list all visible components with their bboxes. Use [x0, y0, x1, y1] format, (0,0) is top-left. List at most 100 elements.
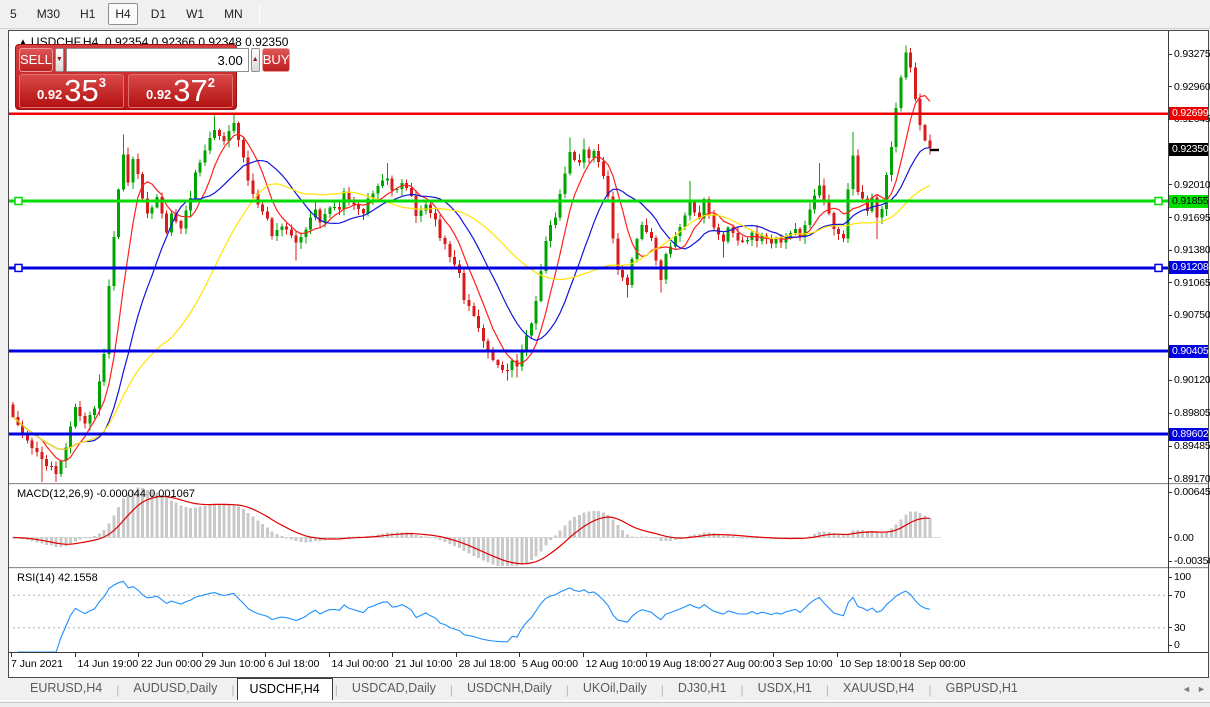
date-label: 10 Sep 18:00: [839, 658, 902, 670]
timeframe-button-D1[interactable]: D1: [144, 3, 173, 25]
tab-AUDUSD-Daily[interactable]: AUDUSD,Daily: [121, 678, 229, 700]
tab-divider: |: [825, 683, 829, 697]
timeframe-button-W1[interactable]: W1: [179, 3, 211, 25]
axis-tick: [1168, 412, 1172, 414]
tab-USDCHF-H4[interactable]: USDCHF,H4: [236, 678, 333, 700]
price-badge-0.90405: 0.90405: [1169, 344, 1209, 358]
date-label: 22 Jun 00:00: [141, 658, 202, 670]
date-tick: [138, 653, 139, 657]
date-tick: [582, 653, 584, 657]
date-label: 28 Jul 18:00: [458, 658, 516, 670]
price-tick-label: 0.90750: [1174, 309, 1210, 322]
axis-tick: [1168, 445, 1172, 447]
sell-price-button[interactable]: 0.92 35 3: [19, 74, 124, 108]
buy-price-button[interactable]: 0.92 37 2: [128, 74, 233, 108]
date-label: 14 Jun 19:00: [77, 658, 139, 670]
tab-USDX-H1[interactable]: USDX,H1: [746, 678, 824, 700]
tab-DJ30-H1[interactable]: DJ30,H1: [666, 678, 739, 700]
hline-handle[interactable]: [14, 196, 23, 206]
date-tick: [773, 653, 774, 657]
price-tick-label: 0.93275: [1174, 48, 1210, 61]
tab-divider: |: [660, 683, 664, 697]
price-chart-canvas[interactable]: [9, 31, 1208, 677]
axis-tick: [1168, 537, 1172, 538]
date-tick: [455, 653, 457, 657]
rsi-tick-label: 100: [1174, 571, 1191, 583]
price-badge-0.89602: 0.89602: [1169, 427, 1209, 441]
axis-tick: [1168, 560, 1172, 562]
price-badge-0.91208: 0.91208: [1169, 261, 1209, 275]
date-tick: [900, 653, 901, 657]
timeframe-button-MN[interactable]: MN: [217, 3, 250, 25]
candlesticks[interactable]: [11, 45, 932, 482]
tab-scroll-prev-icon[interactable]: ◄: [1182, 684, 1191, 694]
date-tick: [646, 653, 647, 657]
tab-UKOil-Daily[interactable]: UKOil,Daily: [571, 678, 659, 700]
axis-tick: [1168, 314, 1172, 316]
timeframe-button-M30[interactable]: M30: [30, 3, 67, 25]
timeframe-toolbar: 5 M30 H1 H4 D1 W1 MN: [0, 0, 1210, 29]
date-tick: [709, 653, 711, 657]
buy-button[interactable]: BUY: [261, 48, 291, 72]
tab-EURUSD-H4[interactable]: EURUSD,H4: [18, 678, 114, 700]
date-tick: [11, 653, 12, 657]
price-badge-0.92699: 0.92699: [1169, 107, 1209, 121]
axis-tick: [1168, 644, 1172, 646]
hline-handle[interactable]: [14, 263, 23, 273]
date-label: 19 Aug 18:00: [649, 658, 711, 670]
tab-USDCNH-Daily[interactable]: USDCNH,Daily: [455, 678, 564, 700]
axis-tick: [1168, 184, 1172, 186]
price-tick-label: 0.92010: [1174, 178, 1210, 191]
axis-tick: [1168, 594, 1172, 596]
date-label: 3 Sep 10:00: [776, 658, 833, 670]
axis-tick: [1168, 86, 1172, 88]
tab-XAUUSD-H4[interactable]: XAUUSD,H4: [831, 678, 927, 700]
tab-GBPUSD-H1[interactable]: GBPUSD,H1: [934, 678, 1030, 700]
price-tick-label: 0.92960: [1174, 80, 1210, 93]
price-badge-0.92350: 0.92350: [1169, 143, 1209, 157]
date-label: 6 Jul 18:00: [268, 658, 320, 670]
date-tick: [201, 653, 203, 657]
date-label: 29 Jun 10:00: [204, 658, 266, 670]
hline-handle[interactable]: [1154, 196, 1163, 206]
toolbar-separator: [258, 4, 260, 24]
timeframe-button-H1[interactable]: H1: [73, 3, 102, 25]
axis-tick: [1168, 53, 1172, 55]
tab-divider: |: [928, 683, 932, 697]
price-axis-separator: [1168, 31, 1169, 652]
tab-divider: |: [116, 683, 120, 697]
macd-tick-label: 0.00: [1174, 531, 1194, 544]
sell-button[interactable]: SELL: [19, 48, 53, 72]
timeframe-button-H4[interactable]: H4: [108, 3, 138, 25]
rsi-label: RSI(14) 42.1558: [17, 572, 98, 584]
axis-tick: [1168, 217, 1172, 219]
tab-divider: |: [334, 683, 338, 697]
tab-divider: |: [449, 683, 453, 697]
price-tick-label: 0.89805: [1174, 407, 1210, 420]
date-label: 18 Sep 00:00: [903, 658, 966, 670]
rsi-tick-label: 70: [1174, 589, 1186, 602]
macd-tick-label: -0.003507: [1174, 555, 1210, 567]
moving-average-16: [12, 147, 930, 451]
timeframe-button-5[interactable]: 5: [3, 3, 24, 25]
rsi-tick-label: 30: [1174, 621, 1186, 634]
chart-tab-bar: EURUSD,H4 | AUDUSD,Daily | USDCHF,H4 | USDCAD,…: [0, 678, 1210, 701]
tab-scroll-next-icon[interactable]: ►: [1197, 684, 1206, 694]
hline-handle[interactable]: [1154, 263, 1163, 273]
tab-divider: |: [231, 683, 235, 697]
pane-divider-main-macd[interactable]: [9, 483, 1208, 486]
date-tick: [265, 653, 266, 657]
date-label: 5 Aug 00:00: [522, 658, 579, 670]
date-tick: [392, 653, 393, 657]
axis-tick: [1168, 379, 1172, 381]
pane-divider-macd-rsi[interactable]: [9, 567, 1208, 570]
axis-tick: [1168, 576, 1172, 578]
macd-label: MACD(12,26,9) -0.000044 0.001067: [17, 488, 195, 500]
tab-USDCAD-Daily[interactable]: USDCAD,Daily: [340, 678, 448, 700]
volume-increase-button[interactable]: ▲: [250, 48, 260, 72]
price-tick-label: 0.90120: [1174, 374, 1210, 387]
date-label: 27 Aug 00:00: [712, 658, 775, 670]
volume-decrease-button[interactable]: ▼: [54, 48, 64, 72]
axis-tick: [1168, 627, 1172, 629]
volume-input[interactable]: [65, 48, 249, 72]
